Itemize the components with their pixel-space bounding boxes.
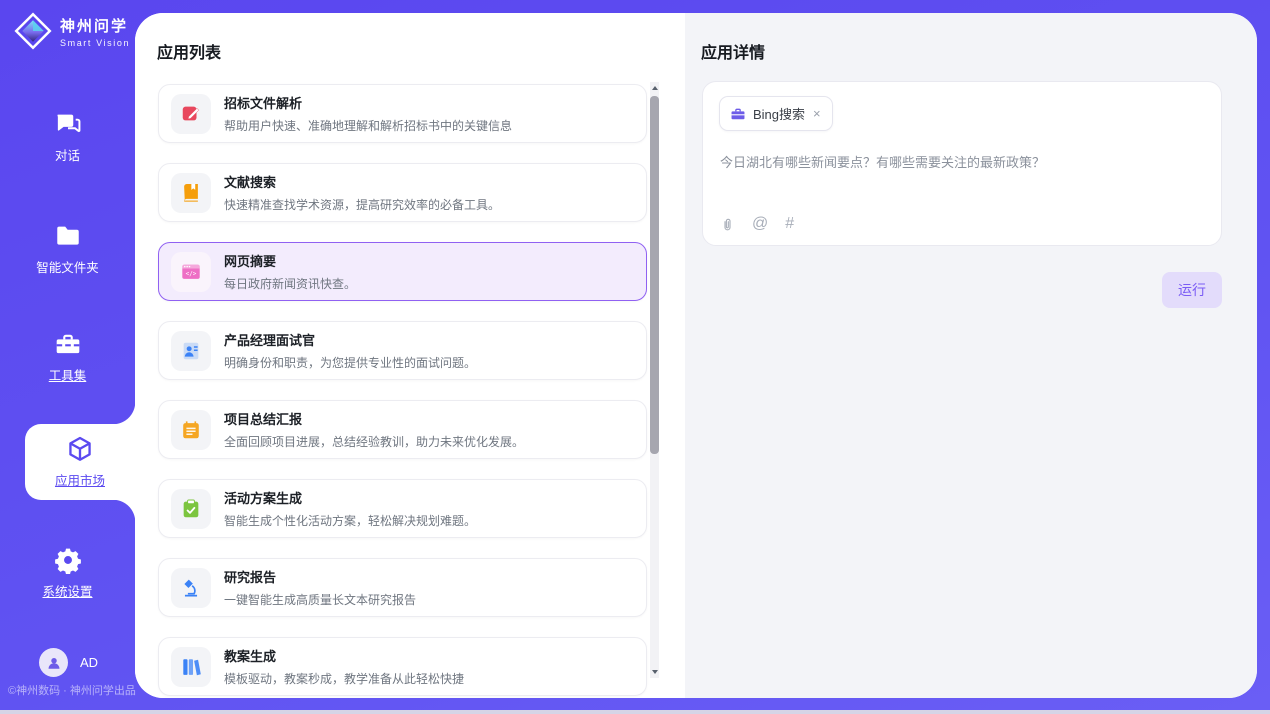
app-list-title: 应用列表 <box>157 39 221 63</box>
sidebar-item-label: 应用市场 <box>55 470 105 489</box>
copyright-footer: ©神州数码 · 神州问学出品 <box>8 682 136 698</box>
app-description: 模板驱动，教案秒成，教学准备从此轻松快捷 <box>224 670 464 687</box>
tool-tag-label: Bing搜索 <box>753 104 805 123</box>
sidebar-item-label: 对话 <box>55 145 80 164</box>
app-title: 研究报告 <box>224 567 416 586</box>
books-icon <box>171 647 211 687</box>
clipboard-check-icon <box>171 489 211 529</box>
person-icon <box>46 655 62 671</box>
tag-close-icon[interactable]: × <box>812 107 822 120</box>
sidebar-item-label: 工具集 <box>49 365 87 384</box>
tool-tag-bing-search[interactable]: Bing搜索 × <box>719 96 833 131</box>
user-account[interactable]: AD <box>39 648 98 677</box>
app-title: 教案生成 <box>224 646 464 665</box>
briefcase-icon <box>730 106 746 122</box>
app-description: 每日政府新闻资讯快查。 <box>224 275 356 292</box>
prompt-card: Bing搜索 × 今日湖北有哪些新闻要点？有哪些需要关注的最新政策？ @ # <box>702 81 1222 246</box>
sidebar-item-settings[interactable]: 系统设置 <box>0 536 135 610</box>
user-initials: AD <box>80 655 98 670</box>
sidebar-item-chat[interactable]: 对话 <box>0 100 135 174</box>
hash-icon[interactable]: # <box>785 216 794 232</box>
brand-name: 神州问学 <box>60 15 130 36</box>
app-detail-panel: 应用详情 Bing搜索 × 今日湖北有哪些新闻要点？有哪些需要关注的最新政策？ … <box>685 13 1257 698</box>
svg-text:</>: </> <box>186 270 197 277</box>
brand-subtitle: Smart Vision <box>60 38 130 48</box>
folder-icon <box>54 222 82 250</box>
gear-icon <box>54 546 82 574</box>
report-calendar-icon <box>171 410 211 450</box>
sidebar-item-toolset[interactable]: 工具集 <box>0 320 135 394</box>
chat-icon <box>54 110 82 138</box>
diamond-logo-icon <box>14 12 52 50</box>
list-item-event-plan[interactable]: 活动方案生成 智能生成个性化活动方案，轻松解决规划难题。 <box>158 479 647 538</box>
input-toolbar: @ # <box>720 216 794 232</box>
app-title: 文献搜索 <box>224 172 500 191</box>
avatar <box>39 648 68 677</box>
scroll-up-button[interactable] <box>650 82 659 94</box>
list-item-literature-search[interactable]: 文献搜索 快速精准查找学术资源，提高研究效率的必备工具。 <box>158 163 647 222</box>
list-item-web-summary[interactable]: </> 网页摘要 每日政府新闻资讯快查。 <box>158 242 647 301</box>
list-item-bid-analysis[interactable]: 招标文件解析 帮助用户快速、准确地理解和解析招标书中的关键信息 <box>158 84 647 143</box>
list-item-lesson-plan[interactable]: 教案生成 模板驱动，教案秒成，教学准备从此轻松快捷 <box>158 637 647 696</box>
app-detail-title: 应用详情 <box>701 39 765 63</box>
app-description: 一键智能生成高质量长文本研究报告 <box>224 591 416 608</box>
scroll-thumb[interactable] <box>650 96 659 454</box>
app-description: 帮助用户快速、准确地理解和解析招标书中的关键信息 <box>224 117 512 134</box>
app-description: 智能生成个性化活动方案，轻松解决规划难题。 <box>224 512 476 529</box>
toolbox-icon <box>54 330 82 358</box>
bottom-strip <box>0 710 1270 714</box>
main-container: 应用列表 招标文件解析 帮助用户快速、准确地理解和解析招标书中的关键信息 文献搜… <box>135 13 1257 698</box>
query-input[interactable]: 今日湖北有哪些新闻要点？有哪些需要关注的最新政策？ <box>720 152 1201 171</box>
app-list: 招标文件解析 帮助用户快速、准确地理解和解析招标书中的关键信息 文献搜索 快速精… <box>158 84 647 698</box>
cube-icon <box>66 435 94 463</box>
sidebar-item-app-market[interactable]: 应用市场 <box>25 424 135 500</box>
research-icon <box>171 568 211 608</box>
list-item-pm-interviewer[interactable]: 产品经理面试官 明确身份和职责，为您提供专业性的面试问题。 <box>158 321 647 380</box>
sidebar-item-smart-folders[interactable]: 智能文件夹 <box>0 212 135 286</box>
sidebar-item-label: 智能文件夹 <box>36 257 99 276</box>
app-title: 产品经理面试官 <box>224 330 476 349</box>
app-title: 招标文件解析 <box>224 93 512 112</box>
list-item-project-summary[interactable]: 项目总结汇报 全面回顾项目进展，总结经验教训，助力未来优化发展。 <box>158 400 647 459</box>
at-icon[interactable]: @ <box>752 216 768 232</box>
browser-code-icon: </> <box>171 252 211 292</box>
edit-doc-icon <box>171 94 211 134</box>
scroll-up-arrow-icon <box>652 86 658 90</box>
app-description: 快速精准查找学术资源，提高研究效率的必备工具。 <box>224 196 500 213</box>
app-title: 网页摘要 <box>224 251 356 270</box>
interviewer-icon <box>171 331 211 371</box>
scroll-down-button[interactable] <box>650 666 659 678</box>
app-title: 活动方案生成 <box>224 488 476 507</box>
sidebar: 神州问学 Smart Vision 对话 智能文件夹 工具集 应用市场 <box>0 0 135 710</box>
run-button[interactable]: 运行 <box>1162 272 1222 308</box>
app-title: 项目总结汇报 <box>224 409 524 428</box>
scroll-down-arrow-icon <box>652 670 658 674</box>
app-list-panel: 应用列表 招标文件解析 帮助用户快速、准确地理解和解析招标书中的关键信息 文献搜… <box>135 13 685 698</box>
paperclip-icon[interactable] <box>720 217 735 232</box>
app-description: 明确身份和职责，为您提供专业性的面试问题。 <box>224 354 476 371</box>
app-description: 全面回顾项目进展，总结经验教训，助力未来优化发展。 <box>224 433 524 450</box>
book-icon <box>171 173 211 213</box>
app-logo: 神州问学 Smart Vision <box>14 12 130 50</box>
sidebar-item-label: 系统设置 <box>42 581 92 600</box>
list-item-research-report[interactable]: 研究报告 一键智能生成高质量长文本研究报告 <box>158 558 647 617</box>
scrollbar[interactable] <box>650 82 659 678</box>
